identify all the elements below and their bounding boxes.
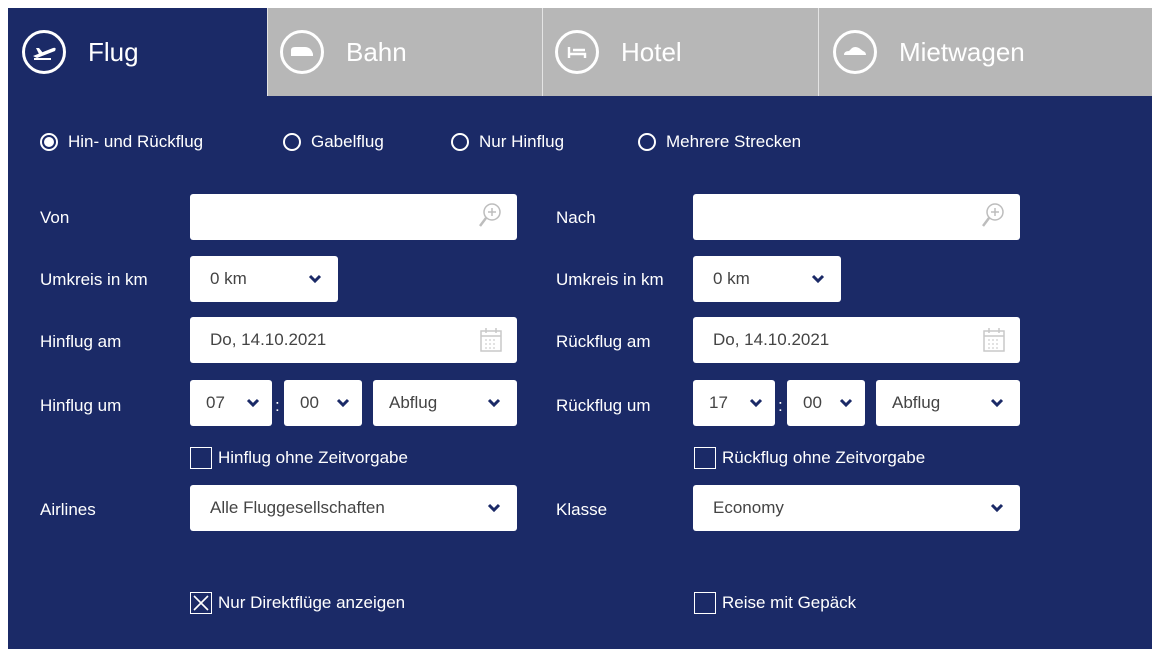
to-input[interactable] — [693, 194, 1020, 240]
return-minute-select[interactable]: 00 — [787, 380, 865, 426]
tab-label: Hotel — [621, 36, 682, 67]
checkbox-box — [190, 592, 212, 614]
radius-value: 0 km — [713, 269, 750, 288]
tab-flug[interactable]: Flug — [8, 8, 268, 96]
radius-value: 0 km — [210, 269, 247, 288]
class-value: Economy — [713, 498, 784, 517]
tab-hotel[interactable]: Hotel — [543, 8, 819, 96]
radio-circle — [283, 133, 301, 151]
radius-select[interactable]: 0 km — [693, 256, 841, 302]
departure-time-label: Hinflug um — [40, 396, 122, 415]
from-input[interactable] — [190, 194, 517, 240]
car-icon — [833, 30, 877, 74]
class-label: Klasse — [556, 500, 608, 519]
return-date-input[interactable]: Do, 14.10.2021 — [693, 317, 1020, 363]
from-label: Von — [40, 208, 70, 227]
chevron-down-icon — [749, 398, 763, 408]
chevron-down-icon — [990, 503, 1004, 513]
radio-label: Nur Hinflug — [479, 132, 565, 151]
radio-open-jaw[interactable]: Gabelflug — [283, 132, 384, 152]
calendar-icon[interactable] — [479, 327, 503, 353]
chevron-down-icon — [487, 503, 501, 513]
radio-label: Gabelflug — [311, 132, 384, 151]
return-time-label: Rückflug um — [556, 396, 651, 415]
flight-search-panel — [8, 96, 1152, 649]
calendar-icon[interactable] — [982, 327, 1006, 353]
tab-bahn[interactable]: Bahn — [268, 8, 543, 96]
checkbox-label: Reise mit Gepäck — [722, 593, 857, 612]
chevron-down-icon — [811, 274, 825, 284]
airlines-value: Alle Fluggesellschaften — [210, 498, 385, 517]
train-icon — [280, 30, 324, 74]
check-x-icon — [193, 595, 209, 611]
radio-round-trip[interactable]: Hin- und Rückflug — [40, 132, 203, 152]
departure-minute-select[interactable]: 00 — [284, 380, 362, 426]
return-no-time-checkbox[interactable]: Rückflug ohne Zeitvorgabe — [694, 447, 925, 469]
to-label: Nach — [556, 208, 596, 227]
class-select[interactable]: Economy — [693, 485, 1020, 531]
departure-date-input[interactable]: Do, 14.10.2021 — [190, 317, 517, 363]
tab-label: Mietwagen — [899, 36, 1025, 67]
radio-circle — [451, 133, 469, 151]
chevron-down-icon — [487, 398, 501, 408]
chevron-down-icon — [839, 398, 853, 408]
chevron-down-icon — [336, 398, 350, 408]
radio-multi-city[interactable]: Mehrere Strecken — [638, 132, 801, 152]
checkbox-box — [694, 447, 716, 469]
radius-select[interactable]: 0 km — [190, 256, 338, 302]
tab-label: Flug — [88, 36, 139, 67]
time-separator: : — [778, 396, 783, 415]
radio-label: Hin- und Rückflug — [68, 132, 204, 151]
radio-one-way[interactable]: Nur Hinflug — [451, 132, 564, 152]
departure-hour-select[interactable]: 07 — [190, 380, 272, 426]
departure-time-mode-select[interactable]: Abflug — [373, 380, 517, 426]
checkbox-box — [694, 592, 716, 614]
airlines-label: Airlines — [40, 500, 96, 519]
departure-date-label: Hinflug am — [40, 332, 122, 351]
return-date-value: Do, 14.10.2021 — [713, 330, 830, 349]
return-hour-value: 17 — [709, 393, 728, 412]
departure-date-value: Do, 14.10.2021 — [210, 330, 327, 349]
chevron-down-icon — [308, 274, 322, 284]
checkbox-label: Rückflug ohne Zeitvorgabe — [722, 448, 926, 467]
search-icon[interactable] — [980, 201, 1006, 229]
checkbox-label: Nur Direktflüge anzeigen — [218, 593, 406, 612]
baggage-checkbox[interactable]: Reise mit Gepäck — [694, 592, 856, 614]
chevron-down-icon — [990, 398, 1004, 408]
radio-label: Mehrere Strecken — [666, 132, 802, 151]
radius-label: Umkreis in km — [40, 270, 148, 289]
direct-flights-checkbox[interactable]: Nur Direktflüge anzeigen — [190, 592, 405, 614]
time-separator: : — [275, 396, 280, 415]
return-date-label: Rückflug am — [556, 332, 651, 351]
departure-hour-value: 07 — [206, 393, 225, 412]
radio-circle — [40, 133, 58, 151]
radio-circle — [638, 133, 656, 151]
plane-icon — [22, 30, 66, 74]
chevron-down-icon — [246, 398, 260, 408]
checkbox-box — [190, 447, 212, 469]
departure-no-time-checkbox[interactable]: Hinflug ohne Zeitvorgabe — [190, 447, 408, 469]
airlines-select[interactable]: Alle Fluggesellschaften — [190, 485, 517, 531]
return-minute-value: 00 — [803, 393, 822, 412]
checkbox-label: Hinflug ohne Zeitvorgabe — [218, 448, 408, 467]
bed-icon — [555, 30, 599, 74]
radius-label: Umkreis in km — [556, 270, 664, 289]
departure-time-mode-value: Abflug — [389, 393, 438, 412]
search-icon[interactable] — [477, 201, 503, 229]
departure-minute-value: 00 — [300, 393, 319, 412]
return-time-mode-value: Abflug — [892, 393, 941, 412]
tab-label: Bahn — [346, 36, 407, 67]
return-hour-select[interactable]: 17 — [693, 380, 775, 426]
return-time-mode-select[interactable]: Abflug — [876, 380, 1020, 426]
tab-mietwagen[interactable]: Mietwagen — [819, 8, 1152, 96]
